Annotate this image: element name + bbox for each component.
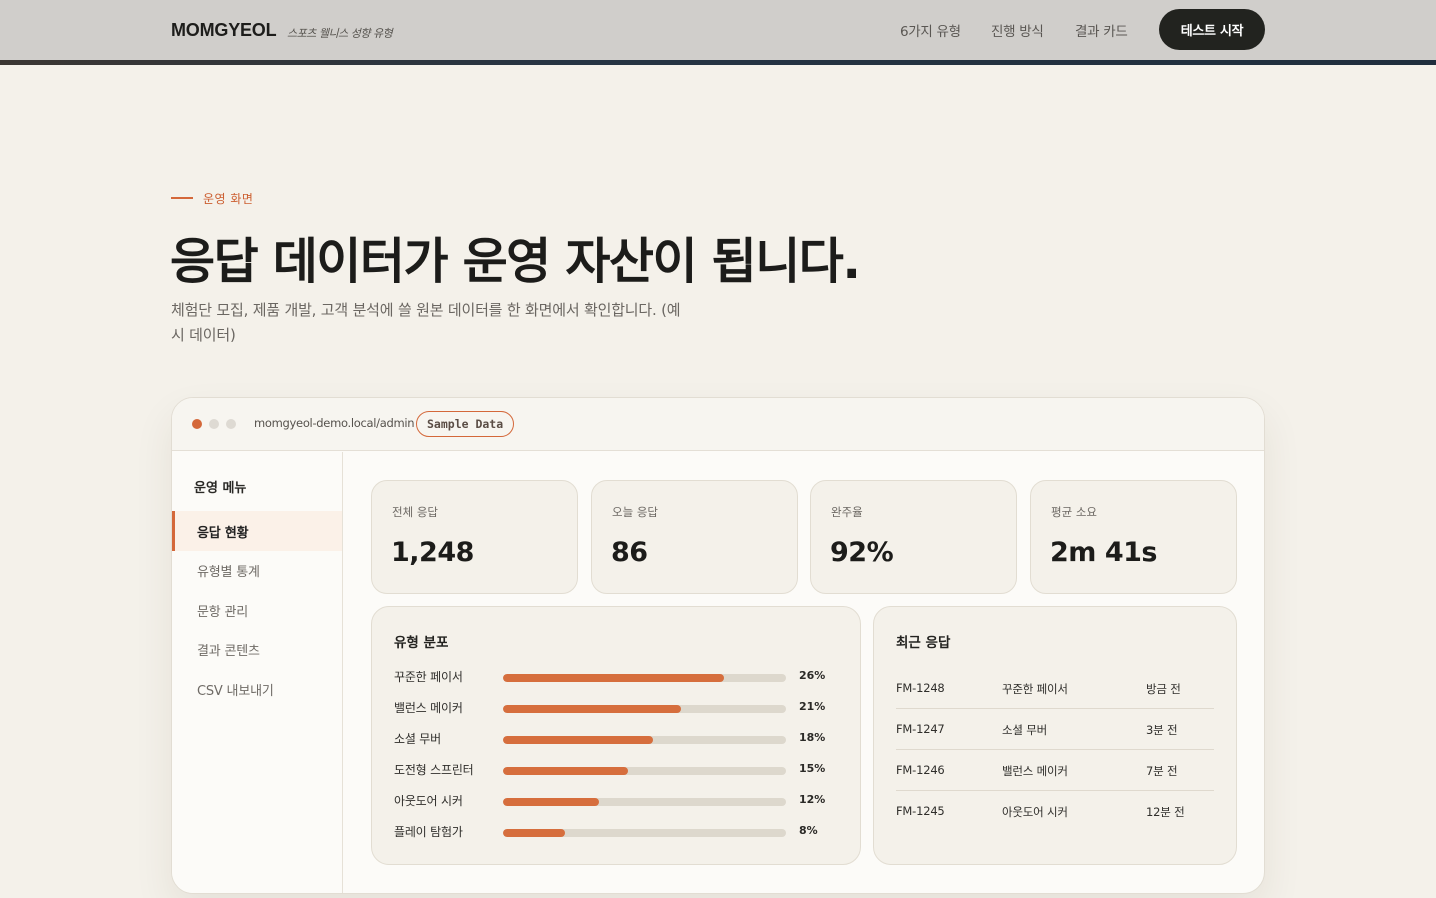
section-eyebrow: 운영 화면: [203, 192, 254, 206]
table-row[interactable]: FM-1247 소셜 무버 3분 전: [896, 709, 1214, 750]
distribution-row: 소셜 무버 18%: [394, 730, 844, 750]
sidebar-item-type-stats[interactable]: 유형별 통계: [172, 550, 342, 590]
type-name: 아웃도어 시커: [394, 794, 463, 808]
header-divider: [0, 60, 1436, 65]
response-id: FM-1245: [896, 804, 945, 818]
sample-data-badge: Sample Data: [416, 411, 515, 437]
admin-sidebar: 운영 메뉴 응답 현황 유형별 통계 문항 관리 결과 콘텐츠 CSV 내보내기: [172, 452, 343, 893]
stat-value: 2m 41s: [1050, 537, 1157, 568]
sidebar-title: 운영 메뉴: [194, 481, 247, 496]
stat-card-avg-time: 평균 소요 2m 41s: [1030, 480, 1237, 594]
nav-link-result-card[interactable]: 결과 카드: [1075, 20, 1128, 40]
sidebar-item-result-content[interactable]: 결과 콘텐츠: [172, 629, 342, 669]
response-type: 소셜 무버: [1002, 723, 1047, 737]
response-type: 아웃도어 시커: [1002, 805, 1068, 819]
response-id: FM-1247: [896, 722, 945, 736]
type-percent: 26%: [799, 669, 826, 682]
response-time: 방금 전: [1146, 682, 1181, 696]
stat-card-completion: 완주율 92%: [810, 480, 1017, 594]
stat-label: 전체 응답: [392, 505, 438, 519]
progress-track: [503, 674, 786, 682]
type-name: 플레이 탐험가: [394, 825, 463, 839]
type-distribution-card: 유형 분포 꾸준한 페이서 26% 밸런스 메이커 21% 소셜 무버 18% …: [371, 606, 861, 865]
type-percent: 12%: [799, 793, 826, 806]
distribution-row: 아웃도어 시커 12%: [394, 792, 844, 812]
progress-track: [503, 798, 786, 806]
type-percent: 15%: [799, 762, 826, 775]
type-name: 도전형 스프린터: [394, 763, 474, 777]
sidebar-item-questions[interactable]: 문항 관리: [172, 590, 342, 630]
recent-responses-card: 최근 응답 FM-1248 꾸준한 페이서 방금 전 FM-1247 소셜 무버…: [873, 606, 1237, 865]
progress-track: [503, 767, 786, 775]
progress-track: [503, 736, 786, 744]
nav-link-types[interactable]: 6가지 유형: [900, 20, 961, 40]
stat-label: 완주율: [831, 505, 863, 519]
top-navigation-bar: MOMGYEOL 스포츠 웰니스 성향 유형 6가지 유형 진행 방식 결과 카…: [0, 0, 1436, 60]
progress-fill: [503, 736, 653, 744]
progress-fill: [503, 705, 682, 713]
response-time: 3분 전: [1146, 723, 1178, 737]
stat-card-today: 오늘 응답 86: [591, 480, 798, 594]
progress-fill: [503, 798, 600, 806]
page-description: 체험단 모집, 제품 개발, 고객 분석에 쓸 원본 데이터를 한 화면에서 확…: [171, 301, 681, 344]
progress-track: [503, 829, 786, 837]
page-title: 응답 데이터가 운영 자산이 됩니다.: [170, 233, 861, 290]
distribution-row: 밸런스 메이커 21%: [394, 699, 844, 719]
admin-preview-window: momgyeol-demo.local/admin Sample Data 운영…: [171, 397, 1265, 894]
progress-fill: [503, 674, 724, 682]
eyebrow-line: [171, 197, 193, 199]
stat-value: 1,248: [391, 537, 474, 568]
stat-label: 평균 소요: [1051, 505, 1097, 519]
brand-logo[interactable]: MOMGYEOL: [171, 20, 277, 41]
stat-value: 92%: [830, 537, 894, 568]
table-row[interactable]: FM-1246 밸런스 메이커 7분 전: [896, 750, 1214, 791]
stat-card-total: 전체 응답 1,248: [371, 480, 578, 594]
stat-label: 오늘 응답: [612, 505, 658, 519]
card-title: 유형 분포: [394, 635, 449, 651]
response-id: FM-1248: [896, 681, 945, 695]
response-time: 12분 전: [1146, 805, 1185, 819]
distribution-row: 도전형 스프린터 15%: [394, 761, 844, 781]
brand-tagline: 스포츠 웰니스 성향 유형: [287, 27, 393, 40]
type-name: 밸런스 메이커: [394, 701, 463, 715]
table-row[interactable]: FM-1245 아웃도어 시커 12분 전: [896, 791, 1214, 832]
response-type: 밸런스 메이커: [1002, 764, 1068, 778]
start-test-button[interactable]: 테스트 시작: [1159, 9, 1265, 50]
window-title-bar: momgyeol-demo.local/admin Sample Data: [172, 398, 1264, 451]
type-name: 소셜 무버: [394, 732, 441, 746]
card-title: 최근 응답: [896, 635, 951, 651]
type-percent: 21%: [799, 700, 826, 713]
window-dot-minimize-icon: [209, 419, 219, 429]
stat-value: 86: [611, 537, 648, 568]
table-row[interactable]: FM-1248 꾸준한 페이서 방금 전: [896, 668, 1214, 709]
response-type: 꾸준한 페이서: [1002, 682, 1068, 696]
window-dot-close-icon: [192, 419, 202, 429]
type-percent: 18%: [799, 731, 826, 744]
distribution-row: 꾸준한 페이서 26%: [394, 668, 844, 688]
type-percent: 8%: [799, 824, 818, 837]
progress-track: [503, 705, 786, 713]
sidebar-item-csv-export[interactable]: CSV 내보내기: [172, 669, 342, 709]
response-id: FM-1246: [896, 763, 945, 777]
sidebar-item-responses[interactable]: 응답 현황: [172, 511, 342, 551]
nav-link-process[interactable]: 진행 방식: [991, 20, 1044, 40]
progress-fill: [503, 767, 628, 775]
type-name: 꾸준한 페이서: [394, 670, 463, 684]
progress-fill: [503, 829, 566, 837]
window-dot-maximize-icon: [226, 419, 236, 429]
window-url: momgyeol-demo.local/admin: [254, 416, 415, 430]
response-time: 7분 전: [1146, 764, 1178, 778]
distribution-row: 플레이 탐험가 8%: [394, 823, 844, 843]
